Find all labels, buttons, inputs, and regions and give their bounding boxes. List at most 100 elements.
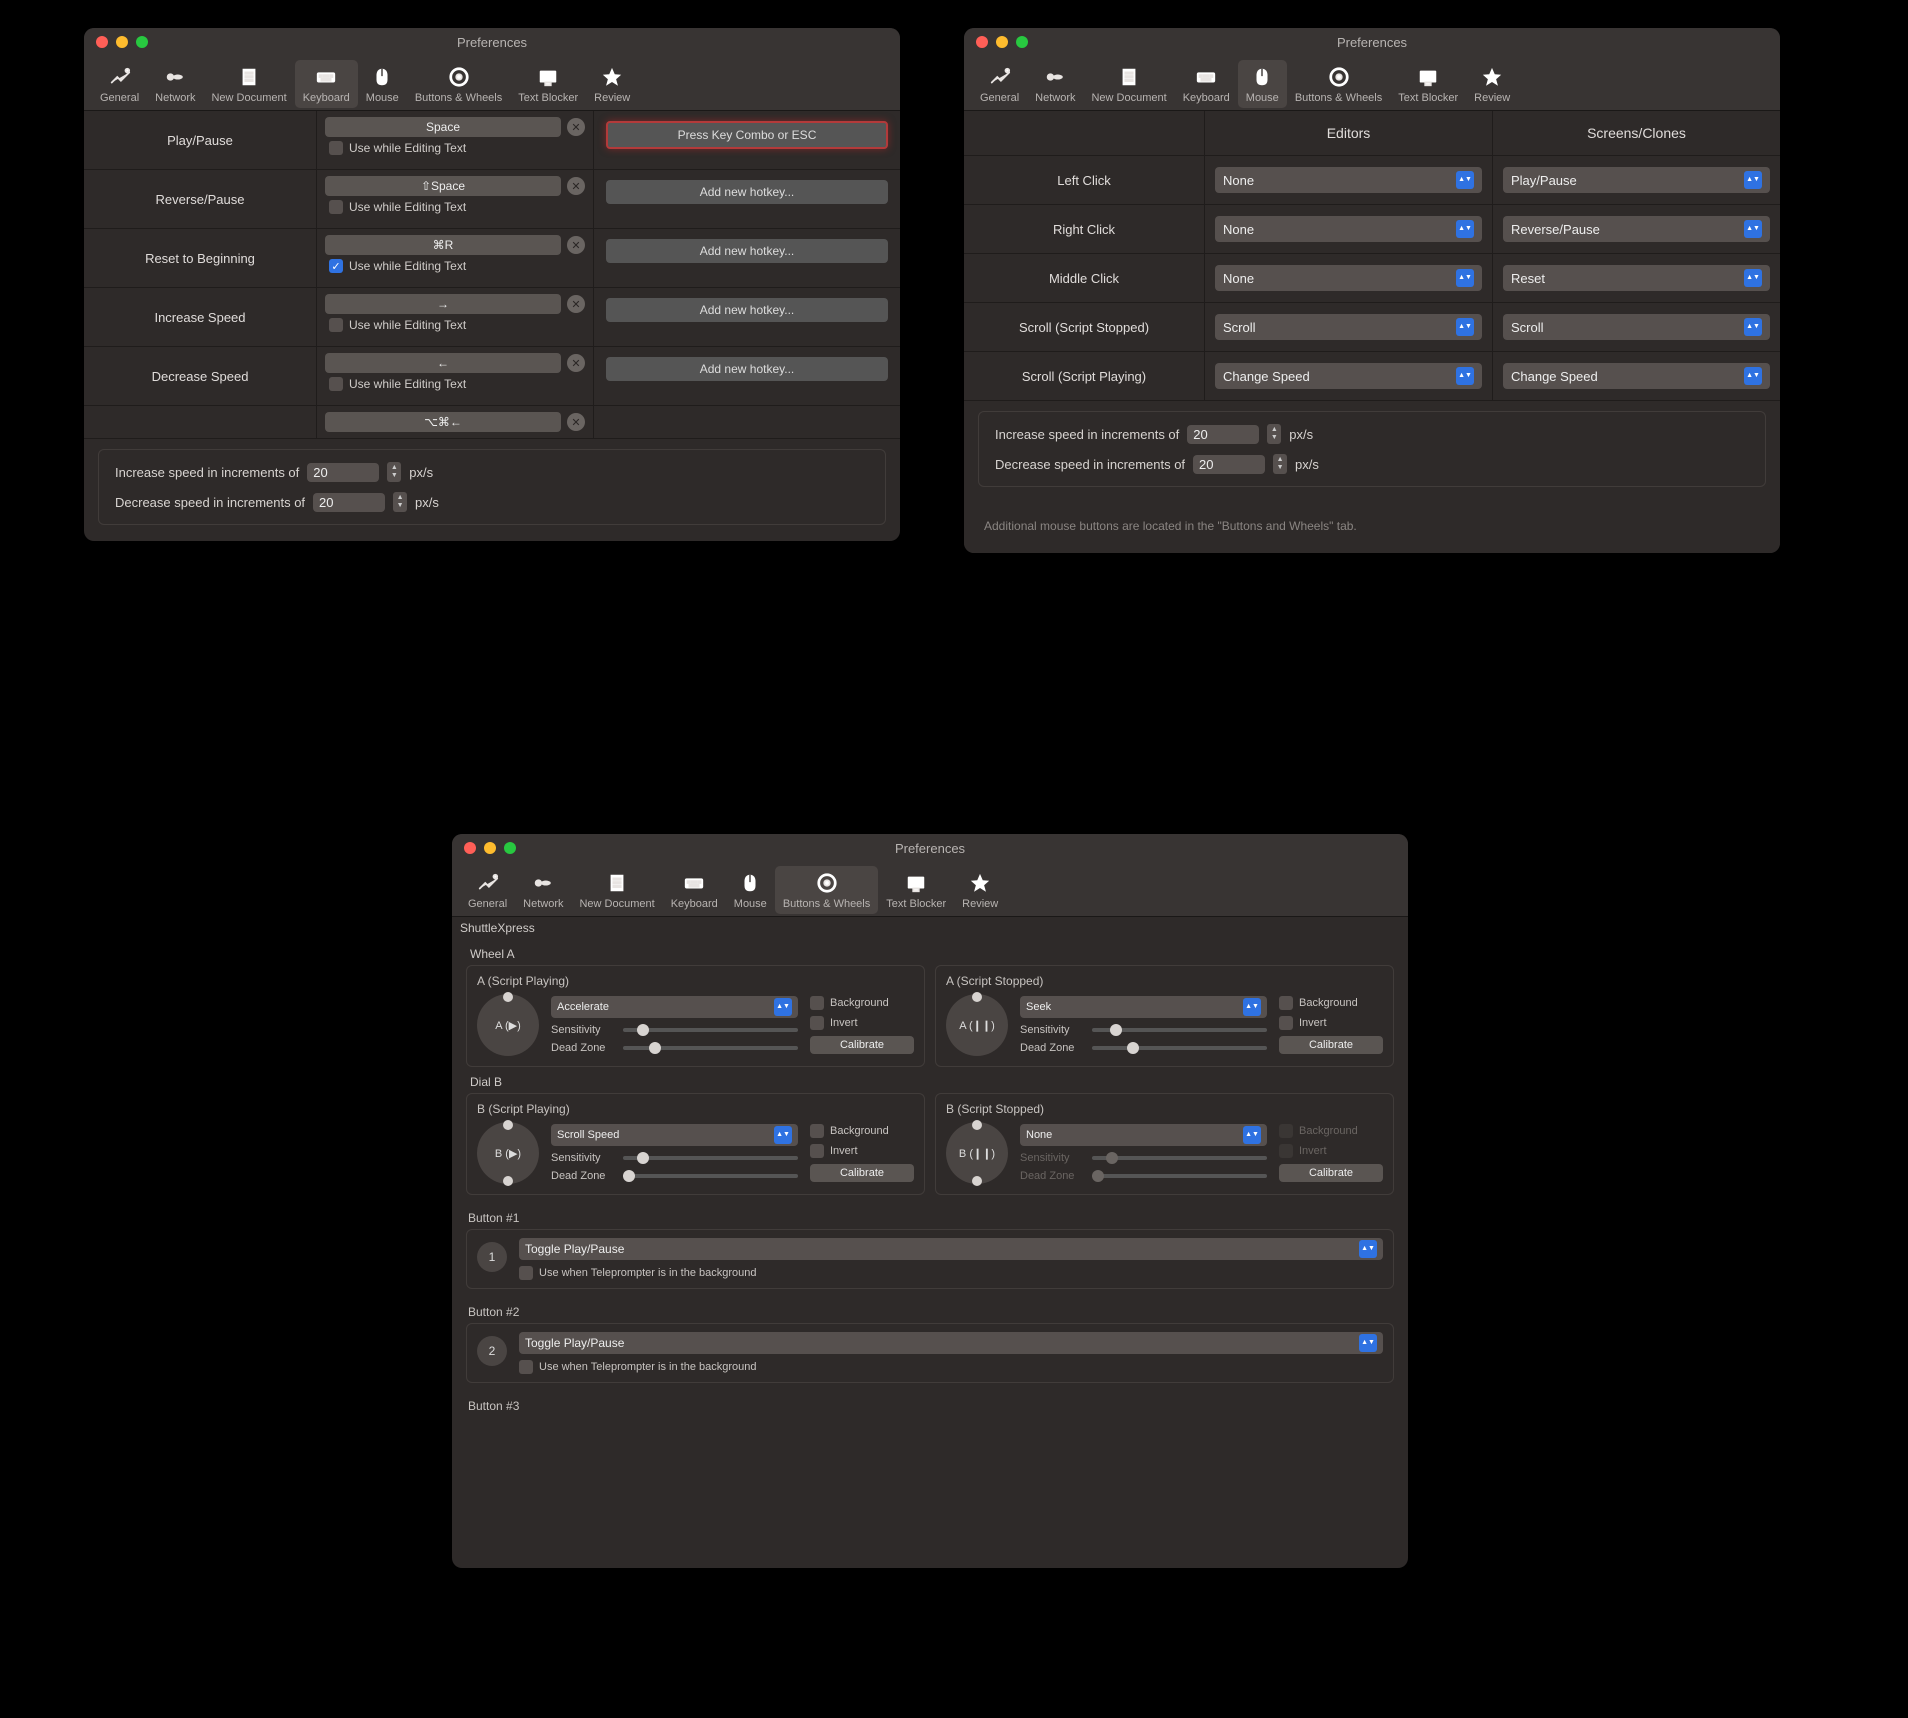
hotkey-key[interactable]: ⌥⌘←: [325, 412, 561, 432]
background-checkbox[interactable]: [1279, 996, 1293, 1010]
increase-increment-field[interactable]: 20: [1187, 425, 1259, 444]
toolbar-tab-buttons-wheels[interactable]: Buttons & Wheels: [407, 60, 510, 108]
add-hotkey-button[interactable]: Add new hotkey...: [606, 298, 888, 322]
stepper-arrows[interactable]: ▲▼: [1273, 454, 1287, 474]
button2-bg-checkbox[interactable]: [519, 1360, 533, 1374]
toolbar-tab-keyboard[interactable]: Keyboard: [663, 866, 726, 914]
add-hotkey-button[interactable]: Add new hotkey...: [606, 180, 888, 204]
editors-select[interactable]: None▲▼: [1215, 216, 1482, 242]
toolbar-tab-network[interactable]: Network: [147, 60, 203, 108]
clear-hotkey-icon[interactable]: ✕: [567, 177, 585, 195]
toolbar-tab-review[interactable]: Review: [1466, 60, 1518, 108]
clear-hotkey-icon[interactable]: ✕: [567, 236, 585, 254]
deadzone-slider[interactable]: [1092, 1046, 1267, 1050]
screens-select[interactable]: Reverse/Pause▲▼: [1503, 216, 1770, 242]
minimize-button[interactable]: [996, 36, 1008, 48]
dial-b-play-dial[interactable]: B (▶): [477, 1122, 539, 1184]
toolbar-tab-text-blocker[interactable]: Text Blocker: [1390, 60, 1466, 108]
press-combo-field[interactable]: Press Key Combo or ESC: [606, 121, 888, 149]
hotkey-key[interactable]: →: [325, 294, 561, 314]
increase-increment-field[interactable]: 20: [307, 463, 379, 482]
dial-b-pause-dial[interactable]: B (❙❙): [946, 1122, 1008, 1184]
zoom-button[interactable]: [136, 36, 148, 48]
close-button[interactable]: [464, 842, 476, 854]
decrease-increment-field[interactable]: 20: [313, 493, 385, 512]
wheel-a-play-dial[interactable]: A (▶): [477, 994, 539, 1056]
use-while-editing-checkbox[interactable]: [329, 377, 343, 391]
sensitivity-slider[interactable]: [1092, 1028, 1267, 1032]
invert-checkbox[interactable]: [810, 1016, 824, 1030]
hotkey-key[interactable]: ⇧Space: [325, 176, 561, 196]
toolbar-tab-keyboard[interactable]: Keyboard: [295, 60, 358, 108]
a-stop-action-select[interactable]: Seek ▲▼: [1020, 996, 1267, 1018]
stepper-arrows[interactable]: ▲▼: [1267, 424, 1281, 444]
toolbar-tab-new-document[interactable]: New Document: [203, 60, 294, 108]
sensitivity-slider[interactable]: [623, 1028, 798, 1032]
editors-select[interactable]: Scroll▲▼: [1215, 314, 1482, 340]
minimize-button[interactable]: [116, 36, 128, 48]
clear-hotkey-icon[interactable]: ✕: [567, 295, 585, 313]
calibrate-button[interactable]: Calibrate: [810, 1036, 914, 1054]
sensitivity-slider[interactable]: [623, 1156, 798, 1160]
add-hotkey-button[interactable]: Add new hotkey...: [606, 239, 888, 263]
toolbar-tab-review[interactable]: Review: [586, 60, 638, 108]
toolbar-tab-keyboard[interactable]: Keyboard: [1175, 60, 1238, 108]
calibrate-button[interactable]: Calibrate: [810, 1164, 914, 1182]
wheel-a-pause-dial[interactable]: A (❙❙): [946, 994, 1008, 1056]
toolbar-tab-network[interactable]: Network: [1027, 60, 1083, 108]
close-button[interactable]: [96, 36, 108, 48]
stepper-arrows[interactable]: ▲▼: [393, 492, 407, 512]
deadzone-slider[interactable]: [623, 1046, 798, 1050]
screens-select[interactable]: Reset▲▼: [1503, 265, 1770, 291]
screens-select[interactable]: Change Speed▲▼: [1503, 363, 1770, 389]
zoom-button[interactable]: [1016, 36, 1028, 48]
decrease-increment-field[interactable]: 20: [1193, 455, 1265, 474]
background-checkbox[interactable]: [810, 996, 824, 1010]
add-hotkey-button[interactable]: Add new hotkey...: [606, 357, 888, 381]
background-checkbox[interactable]: [810, 1124, 824, 1138]
screens-select[interactable]: Play/Pause▲▼: [1503, 167, 1770, 193]
clear-hotkey-icon[interactable]: ✕: [567, 118, 585, 136]
use-while-editing-checkbox[interactable]: [329, 318, 343, 332]
toolbar-tab-network[interactable]: Network: [515, 866, 571, 914]
editors-select[interactable]: Change Speed▲▼: [1215, 363, 1482, 389]
editors-select[interactable]: None▲▼: [1215, 265, 1482, 291]
deadzone-slider[interactable]: [623, 1174, 798, 1178]
zoom-button[interactable]: [504, 842, 516, 854]
hotkey-key[interactable]: Space: [325, 117, 561, 137]
button1-action-select[interactable]: Toggle Play/Pause ▲▼: [519, 1238, 1383, 1260]
stepper-arrows[interactable]: ▲▼: [387, 462, 401, 482]
toolbar-tab-text-blocker[interactable]: Text Blocker: [878, 866, 954, 914]
toolbar-tab-new-document[interactable]: New Document: [1083, 60, 1174, 108]
hotkey-key[interactable]: ←: [325, 353, 561, 373]
use-while-editing-checkbox[interactable]: [329, 141, 343, 155]
calibrate-button[interactable]: Calibrate: [1279, 1036, 1383, 1054]
toolbar-tab-general[interactable]: General: [460, 866, 515, 914]
hotkey-key[interactable]: ⌘R: [325, 235, 561, 255]
calibrate-button[interactable]: Calibrate: [1279, 1164, 1383, 1182]
close-button[interactable]: [976, 36, 988, 48]
toolbar-tab-mouse[interactable]: Mouse: [1238, 60, 1287, 108]
button2-action-select[interactable]: Toggle Play/Pause ▲▼: [519, 1332, 1383, 1354]
invert-checkbox[interactable]: [810, 1144, 824, 1158]
toolbar-tab-buttons-wheels[interactable]: Buttons & Wheels: [1287, 60, 1390, 108]
a-play-action-select[interactable]: Accelerate ▲▼: [551, 996, 798, 1018]
toolbar-tab-text-blocker[interactable]: Text Blocker: [510, 60, 586, 108]
toolbar-tab-general[interactable]: General: [92, 60, 147, 108]
editors-select[interactable]: None▲▼: [1215, 167, 1482, 193]
b-stop-action-select[interactable]: None ▲▼: [1020, 1124, 1267, 1146]
clear-hotkey-icon[interactable]: ✕: [567, 354, 585, 372]
use-while-editing-checkbox[interactable]: [329, 200, 343, 214]
toolbar-tab-new-document[interactable]: New Document: [571, 866, 662, 914]
toolbar-tab-general[interactable]: General: [972, 60, 1027, 108]
button1-bg-checkbox[interactable]: [519, 1266, 533, 1280]
screens-select[interactable]: Scroll▲▼: [1503, 314, 1770, 340]
use-while-editing-checkbox[interactable]: [329, 259, 343, 273]
toolbar-tab-mouse[interactable]: Mouse: [726, 866, 775, 914]
clear-hotkey-icon[interactable]: ✕: [567, 413, 585, 431]
toolbar-tab-review[interactable]: Review: [954, 866, 1006, 914]
b-play-action-select[interactable]: Scroll Speed ▲▼: [551, 1124, 798, 1146]
minimize-button[interactable]: [484, 842, 496, 854]
toolbar-tab-buttons-wheels[interactable]: Buttons & Wheels: [775, 866, 878, 914]
invert-checkbox[interactable]: [1279, 1016, 1293, 1030]
